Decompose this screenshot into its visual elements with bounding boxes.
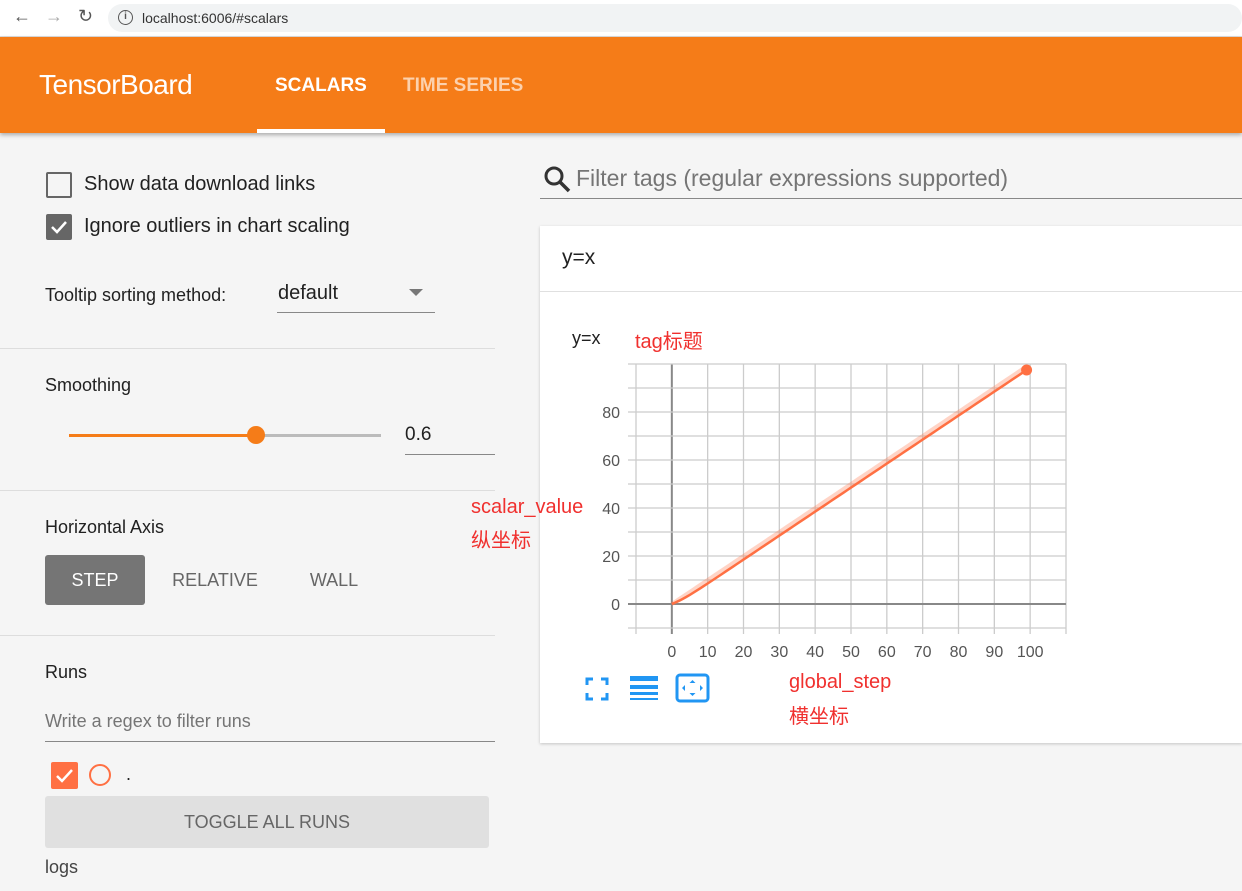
browser-bar: ← → ↻ i localhost:6006/#scalars: [0, 0, 1242, 37]
forward-icon[interactable]: →: [45, 6, 63, 27]
reload-icon[interactable]: ↻: [78, 6, 93, 27]
last-point-marker: [1021, 364, 1033, 376]
annotation-y-axis-cn: 纵坐标: [471, 530, 531, 552]
y-tick-label: 40: [602, 501, 620, 518]
tooltip-sorting-label: Tooltip sorting method:: [45, 285, 227, 305]
annotation-x-axis: global_step: [789, 671, 892, 693]
ignore-outliers-label: Ignore outliers in chart scaling: [84, 215, 350, 237]
logdir-label: logs: [45, 857, 79, 877]
annotation-y-axis: scalar_value: [471, 496, 584, 518]
x-tick-label: 70: [914, 644, 932, 661]
runs-filter-input[interactable]: [45, 702, 495, 742]
x-tick-label: 50: [842, 644, 860, 661]
run-color-swatch[interactable]: [89, 764, 111, 786]
x-tick-label: 100: [1017, 644, 1044, 661]
run-name: .: [126, 764, 132, 784]
x-tick-label: 0: [667, 644, 676, 661]
raw-series-line: [670, 364, 1028, 606]
app-title: TensorBoard: [39, 69, 193, 100]
x-tick-label: 30: [770, 644, 788, 661]
y-tick-label: 0: [611, 597, 620, 614]
slider-thumb[interactable]: [247, 426, 265, 444]
card-header[interactable]: y=x: [540, 226, 1242, 292]
tooltip-sorting-value: default: [278, 282, 339, 304]
y-tick-label: 60: [602, 453, 620, 470]
url-text: localhost:6006/#scalars: [142, 10, 289, 26]
x-tick-label: 60: [878, 644, 896, 661]
annotation-x-axis-cn: 横坐标: [789, 706, 849, 728]
smoothing-value: 0.6: [405, 424, 432, 445]
filter-tags-placeholder: Filter tags (regular expressions support…: [576, 165, 1009, 191]
x-tick-label: 90: [985, 644, 1003, 661]
fit-domain-icon[interactable]: [675, 673, 710, 703]
divider: [0, 490, 495, 491]
show-download-label: Show data download links: [84, 173, 316, 195]
smoothing-input[interactable]: 0.6: [405, 420, 495, 455]
card-title: y=x: [562, 246, 596, 269]
tab-scalars[interactable]: SCALARS: [275, 75, 367, 97]
ignore-outliers-checkbox[interactable]: [46, 214, 72, 240]
toggle-all-runs-button[interactable]: TOGGLE ALL RUNS: [45, 796, 489, 848]
y-tick-label: 80: [602, 405, 620, 422]
check-icon: [56, 769, 73, 783]
tab-time-series[interactable]: TIME SERIES: [403, 75, 523, 97]
toggle-log-scale-icon[interactable]: [629, 675, 659, 701]
chart-title: y=x: [572, 328, 601, 348]
dropdown-arrow-icon: [409, 289, 423, 296]
check-icon: [51, 221, 67, 234]
info-icon[interactable]: i: [118, 10, 133, 25]
axis-wall-button[interactable]: WALL: [290, 555, 378, 605]
search-icon: [544, 166, 571, 193]
url-bar[interactable]: i localhost:6006/#scalars: [108, 4, 1242, 32]
runs-label: Runs: [45, 662, 88, 682]
horizontal-axis-label: Horizontal Axis: [45, 517, 165, 537]
tooltip-sorting-select[interactable]: default: [277, 279, 435, 313]
axis-step-button[interactable]: STEP: [45, 555, 145, 605]
x-tick-label: 40: [806, 644, 824, 661]
active-tab-indicator: [257, 129, 385, 133]
back-icon[interactable]: ←: [13, 6, 31, 27]
axis-relative-button[interactable]: RELATIVE: [160, 555, 270, 605]
annotation-tag: tag标题: [635, 331, 703, 353]
filter-tags-input[interactable]: Filter tags (regular expressions support…: [540, 158, 1242, 199]
divider: [0, 635, 495, 636]
x-tick-label: 10: [699, 644, 717, 661]
run-checkbox[interactable]: [51, 762, 78, 789]
x-tick-label: 20: [735, 644, 753, 661]
smoothing-slider[interactable]: [69, 426, 381, 444]
divider: [0, 348, 495, 349]
slider-fill: [69, 434, 256, 437]
show-download-checkbox[interactable]: [46, 172, 72, 198]
y-tick-label: 20: [602, 549, 620, 566]
app-header: TensorBoard SCALARS TIME SERIES: [0, 37, 1242, 133]
fullscreen-icon[interactable]: [584, 676, 610, 702]
x-tick-label: 80: [950, 644, 968, 661]
smoothing-label: Smoothing: [45, 375, 132, 395]
